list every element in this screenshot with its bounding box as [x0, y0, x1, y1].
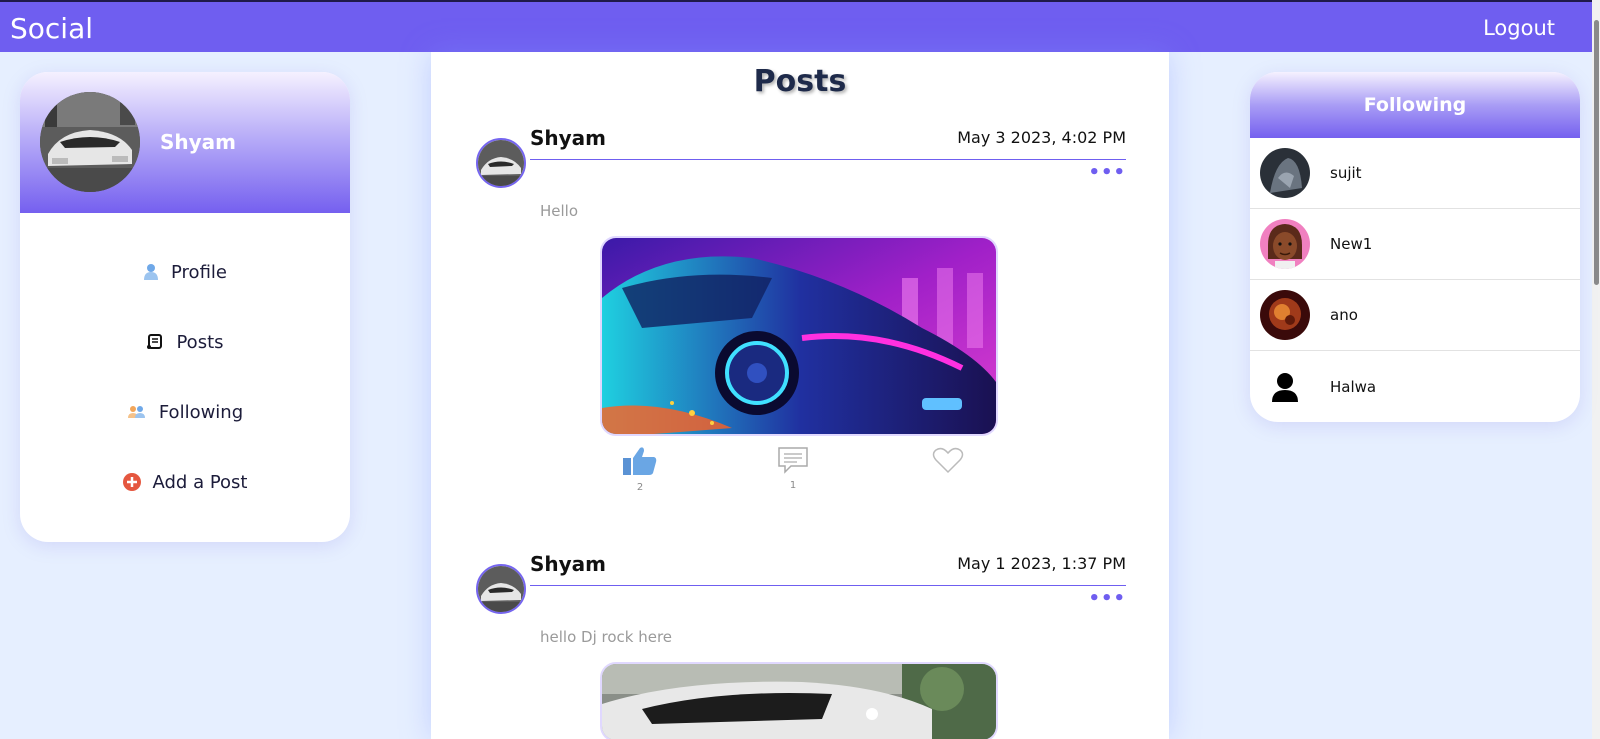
list-item[interactable]: ano	[1250, 280, 1580, 351]
following-panel: Following sujit New1 ano Halwa	[1250, 72, 1580, 422]
user-icon	[143, 263, 159, 281]
scroll-icon	[146, 334, 164, 350]
post-timestamp: May 3 2023, 4:02 PM	[957, 128, 1126, 147]
thumbs-up-icon	[623, 447, 657, 475]
brand-logo[interactable]: Social	[10, 12, 93, 45]
profile-header: Shyam	[20, 72, 350, 213]
favorite-button[interactable]	[918, 446, 978, 478]
list-item[interactable]: sujit	[1250, 138, 1580, 209]
post-card: Shyam May 1 2023, 1:37 PM ••• hello Dj r…	[476, 548, 1126, 739]
post-card: Shyam May 3 2023, 4:02 PM ••• Hello 2 1	[476, 122, 1126, 502]
comment-icon	[778, 447, 808, 474]
scrollbar[interactable]	[1592, 0, 1600, 739]
following-title: Following	[1250, 72, 1580, 138]
heart-icon	[932, 447, 964, 474]
scrollbar-thumb[interactable]	[1594, 20, 1599, 285]
sidebar-item-add-post[interactable]: Add a Post	[20, 447, 350, 517]
post-timestamp: May 1 2023, 1:37 PM	[957, 554, 1126, 573]
post-text: Hello	[540, 202, 579, 220]
like-count: 2	[636, 482, 644, 493]
sidebar-item-label: Profile	[171, 261, 227, 283]
sidebar-nav: Profile Posts Following Add a Post	[20, 213, 350, 517]
post-author[interactable]: Shyam	[530, 126, 606, 150]
users-icon	[127, 405, 147, 419]
profile-name[interactable]: Shyam	[160, 130, 236, 154]
comment-count: 1	[789, 480, 797, 491]
divider	[530, 585, 1126, 586]
list-item[interactable]: New1	[1250, 209, 1580, 280]
user-name: New1	[1330, 235, 1373, 253]
post-image[interactable]	[600, 236, 998, 436]
user-name: ano	[1330, 306, 1358, 324]
logout-button[interactable]: Logout	[1483, 16, 1555, 40]
list-item[interactable]: Halwa	[1250, 351, 1580, 422]
avatar[interactable]	[40, 92, 140, 192]
user-name: sujit	[1330, 164, 1362, 182]
top-navbar: Social Logout	[0, 0, 1600, 52]
page-title: Posts	[753, 64, 847, 99]
post-image[interactable]	[600, 662, 998, 739]
avatar[interactable]	[476, 564, 526, 614]
avatar[interactable]	[476, 138, 526, 188]
sidebar-item-label: Posts	[176, 331, 224, 353]
avatar	[1260, 219, 1310, 269]
user-name: Halwa	[1330, 377, 1377, 396]
posts-feed: Posts Shyam May 3 2023, 4:02 PM ••• Hell…	[431, 52, 1169, 739]
user-silhouette-icon	[1260, 361, 1310, 412]
sidebar-item-label: Add a Post	[152, 471, 248, 493]
sidebar-item-posts[interactable]: Posts	[20, 307, 350, 377]
divider	[530, 159, 1126, 160]
sidebar-item-profile[interactable]: Profile	[20, 237, 350, 307]
plus-circle-icon	[122, 473, 141, 491]
like-button[interactable]: 2	[610, 446, 670, 493]
sidebar-item-label: Following	[158, 401, 244, 423]
more-options-icon[interactable]: •••	[1088, 162, 1126, 183]
avatar	[1260, 148, 1310, 198]
avatar	[1260, 290, 1310, 340]
post-text: hello Dj rock here	[540, 628, 673, 646]
comment-button[interactable]: 1	[763, 446, 823, 491]
profile-sidebar: Shyam Profile Posts Following Add a Post	[20, 72, 350, 542]
more-options-icon[interactable]: •••	[1088, 588, 1126, 609]
sidebar-item-following[interactable]: Following	[20, 377, 350, 447]
post-author[interactable]: Shyam	[530, 552, 606, 576]
